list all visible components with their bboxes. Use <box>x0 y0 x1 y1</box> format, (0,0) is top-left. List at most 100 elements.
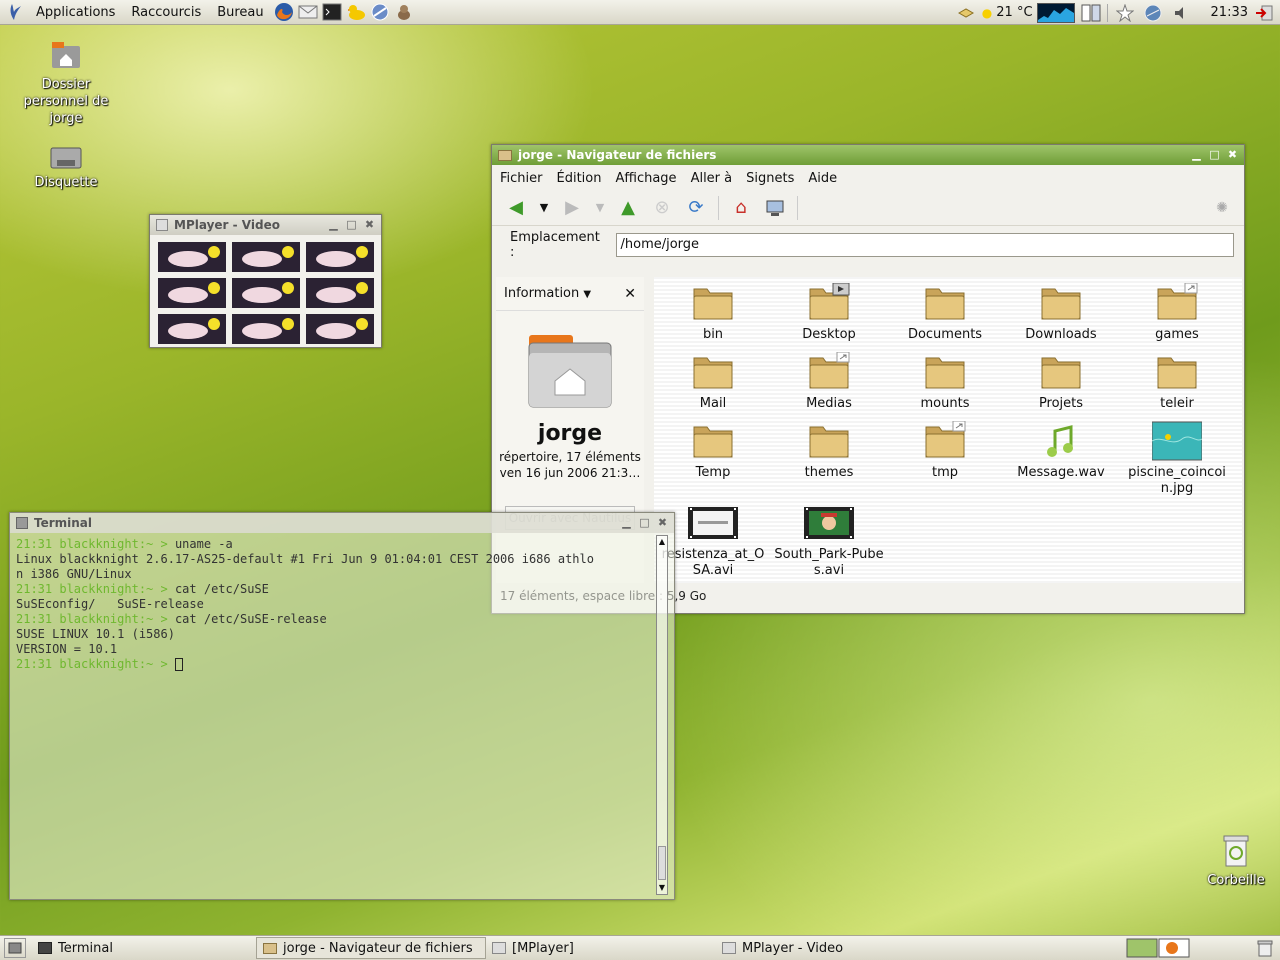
selected-folder-name: jorge <box>537 421 603 446</box>
gnome-foot-icon[interactable] <box>4 1 28 23</box>
folder-item[interactable]: bin <box>658 283 768 343</box>
terminal-line: n i386 GNU/Linux <box>16 567 668 582</box>
terminal-scrollbar[interactable]: ▲ ▼ <box>656 535 668 895</box>
desktop-trash[interactable]: Corbeille <box>1186 834 1280 889</box>
forward-arrow-icon[interactable]: ▶ <box>560 196 584 220</box>
taskbar-file-manager[interactable]: jorge - Navigateur de fichiers <box>256 937 486 959</box>
folder-item[interactable]: Documents <box>890 283 1000 343</box>
folder-item[interactable]: tmp <box>890 421 1000 481</box>
maximize-icon[interactable]: □ <box>637 515 652 530</box>
shortcuts-menu[interactable]: Raccourcis <box>123 0 209 25</box>
folder-item[interactable]: Projets <box>1006 352 1116 412</box>
menu-go[interactable]: Aller à <box>691 171 733 186</box>
menu-help[interactable]: Aide <box>808 171 837 186</box>
close-icon[interactable]: ✖ <box>1225 147 1240 162</box>
home-folder-large-icon <box>528 335 612 408</box>
software-updater-icon[interactable] <box>1113 2 1137 24</box>
folder-window-icon <box>498 149 512 161</box>
location-input[interactable]: /home/jorge <box>615 233 1234 257</box>
terminal-prompt: 21:31 blackknight:~ > <box>16 612 175 626</box>
desktop-menu[interactable]: Bureau <box>209 0 271 25</box>
menu-view[interactable]: Affichage <box>615 171 676 186</box>
back-arrow-icon[interactable]: ◀ <box>504 196 528 220</box>
folder-item[interactable]: games <box>1122 283 1232 343</box>
file-item[interactable]: Message.wav <box>1006 421 1116 481</box>
maximize-icon[interactable]: □ <box>1207 147 1222 162</box>
volume-icon[interactable] <box>1169 2 1193 24</box>
workspace-switcher-icon[interactable] <box>1079 2 1103 24</box>
file-item[interactable]: piscine_coincoin.jpg <box>1122 421 1232 497</box>
gimp-icon[interactable] <box>392 1 416 23</box>
scroll-down-arrow-icon[interactable]: ▼ <box>657 882 667 894</box>
up-arrow-icon[interactable]: ▲ <box>616 196 640 220</box>
selected-folder-date: ven 16 jun 2006 21:3… <box>499 466 641 480</box>
minimize-icon[interactable]: ▁ <box>1189 147 1204 162</box>
trash-applet-icon[interactable] <box>1254 938 1276 958</box>
scroll-up-arrow-icon[interactable]: ▲ <box>657 536 667 548</box>
file-name: games <box>1155 327 1199 342</box>
mplayer-window[interactable]: MPlayer - Video ▁ □ ✖ <box>149 214 382 348</box>
logout-icon[interactable] <box>1252 2 1276 24</box>
side-pane-selector[interactable]: Information ▼ <box>504 286 591 301</box>
folder-item[interactable]: Downloads <box>1006 283 1116 343</box>
mail-icon[interactable] <box>296 1 320 23</box>
mplayer-titlebar[interactable]: MPlayer - Video ▁ □ ✖ <box>150 215 381 235</box>
file-name: Medias <box>806 396 852 411</box>
folder-item[interactable]: Mail <box>658 352 768 412</box>
menu-file[interactable]: Fichier <box>500 171 543 186</box>
computer-icon[interactable] <box>763 196 787 220</box>
workspace-switcher[interactable] <box>1126 938 1190 958</box>
minimize-icon[interactable]: ▁ <box>326 217 341 232</box>
desktop-home-folder[interactable]: Dossier personnel de jorge <box>16 38 116 127</box>
folder-item[interactable]: Medias <box>774 352 884 412</box>
applications-menu[interactable]: Applications <box>28 0 123 25</box>
clock[interactable]: 21:33 <box>1211 5 1248 20</box>
minimize-icon[interactable]: ▁ <box>619 515 634 530</box>
weather-temperature[interactable]: 21 °C <box>996 5 1032 20</box>
menu-edit[interactable]: Édition <box>557 171 602 186</box>
back-history-dropdown-icon[interactable]: ▼ <box>538 196 550 220</box>
file-name: Downloads <box>1025 327 1097 342</box>
folder-item[interactable]: Temp <box>658 421 768 481</box>
file-name: Desktop <box>802 327 856 342</box>
taskbar-mplayer[interactable]: [MPlayer] <box>486 937 716 959</box>
reload-icon[interactable]: ⟳ <box>684 196 708 220</box>
terminal-titlebar[interactable]: Terminal ▁ □ ✖ <box>10 513 674 533</box>
folder-item[interactable]: Desktop <box>774 283 884 343</box>
close-icon[interactable]: ✖ <box>655 515 670 530</box>
terminal-window[interactable]: Terminal ▁ □ ✖ 21:31 blackknight:~ > una… <box>9 512 675 900</box>
maximize-icon[interactable]: □ <box>344 217 359 232</box>
desktop-floppy[interactable]: Disquette <box>16 146 116 191</box>
menu-bookmarks[interactable]: Signets <box>746 171 794 186</box>
forward-history-dropdown-icon[interactable]: ▼ <box>594 196 606 220</box>
taskbar-terminal[interactable]: Terminal <box>32 937 256 959</box>
show-desktop-icon[interactable] <box>4 938 26 958</box>
folder-item[interactable]: mounts <box>890 352 1000 412</box>
folder-item[interactable]: teleir <box>1122 352 1232 412</box>
file-manager-title: jorge - Navigateur de fichiers <box>518 148 717 162</box>
taskbar-mplayer-video[interactable]: MPlayer - Video <box>716 937 946 959</box>
file-manager-titlebar[interactable]: jorge - Navigateur de fichiers ▁ □ ✖ <box>492 145 1244 165</box>
network-status-icon[interactable] <box>1141 2 1165 24</box>
package-icon[interactable] <box>954 2 978 24</box>
duck-icon[interactable] <box>344 1 368 23</box>
toolbar-separator <box>718 195 719 220</box>
scroll-thumb[interactable] <box>658 846 666 880</box>
stop-icon[interactable]: ⊗ <box>650 196 674 220</box>
home-icon[interactable]: ⌂ <box>729 196 753 220</box>
firefox-icon[interactable] <box>272 1 296 23</box>
network-globe-icon[interactable] <box>368 1 392 23</box>
system-monitor-graph[interactable] <box>1036 2 1075 23</box>
video-mosaic[interactable] <box>150 235 381 351</box>
close-side-pane-icon[interactable]: ✕ <box>624 286 636 302</box>
menubar: Fichier Édition Affichage Aller à Signet… <box>492 165 1244 190</box>
terminal-text: n i386 GNU/Linux <box>16 567 132 581</box>
terminal-output[interactable]: 21:31 blackknight:~ > uname -a Linux blac… <box>10 533 674 676</box>
file-item[interactable]: South_Park-Pubes.avi <box>774 503 884 579</box>
close-icon[interactable]: ✖ <box>362 217 377 232</box>
terminal-launcher-icon[interactable] <box>320 1 344 23</box>
file-icon-view[interactable]: bin Desktop Documents Downloads games Mail Med… <box>654 277 1242 583</box>
video-frame <box>158 314 226 344</box>
folder-item[interactable]: themes <box>774 421 884 481</box>
file-name: piscine_coincoin.jpg <box>1128 465 1226 496</box>
